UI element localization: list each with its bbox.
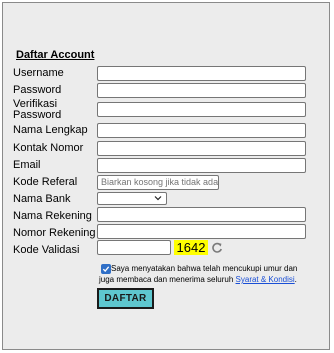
password-input[interactable]: [97, 83, 306, 98]
verify-password-label: Verifikasi Password: [13, 98, 62, 121]
agreement-text: Saya menyatakan bahwa telah mencukupi um…: [99, 263, 311, 285]
agreement-suffix: .: [294, 275, 297, 284]
username-input[interactable]: [97, 66, 306, 81]
bank-name-label: Nama Bank: [13, 193, 71, 205]
contact-number-input[interactable]: [97, 141, 306, 156]
password-label: Password: [13, 84, 62, 96]
account-name-label: Nama Rekening: [13, 210, 92, 222]
account-number-input[interactable]: [97, 224, 306, 239]
account-name-input[interactable]: [97, 207, 306, 222]
register-button[interactable]: DAFTAR: [97, 288, 154, 309]
captcha-code: 1642: [174, 240, 208, 255]
email-input[interactable]: [97, 158, 306, 173]
verify-password-input[interactable]: [97, 102, 306, 117]
referral-code-label: Kode Referal: [13, 176, 78, 188]
full-name-input[interactable]: [97, 123, 306, 138]
form-title: Daftar Account: [16, 49, 95, 61]
validation-code-label: Kode Validasi: [13, 244, 80, 256]
bank-select[interactable]: [97, 192, 167, 205]
refresh-icon[interactable]: [211, 242, 223, 254]
validation-code-input[interactable]: [97, 240, 171, 255]
terms-link[interactable]: Syarat & Kondisi: [236, 275, 295, 284]
chevron-down-icon: [154, 196, 162, 201]
account-number-label: Nomor Rekening: [13, 227, 96, 239]
username-label: Username: [13, 67, 64, 79]
referral-code-input[interactable]: Biarkan kosong jika tidak ada: [97, 175, 219, 190]
contact-number-label: Kontak Nomor: [13, 142, 84, 154]
email-label: Email: [13, 159, 41, 171]
full-name-label: Nama Lengkap: [13, 124, 88, 136]
